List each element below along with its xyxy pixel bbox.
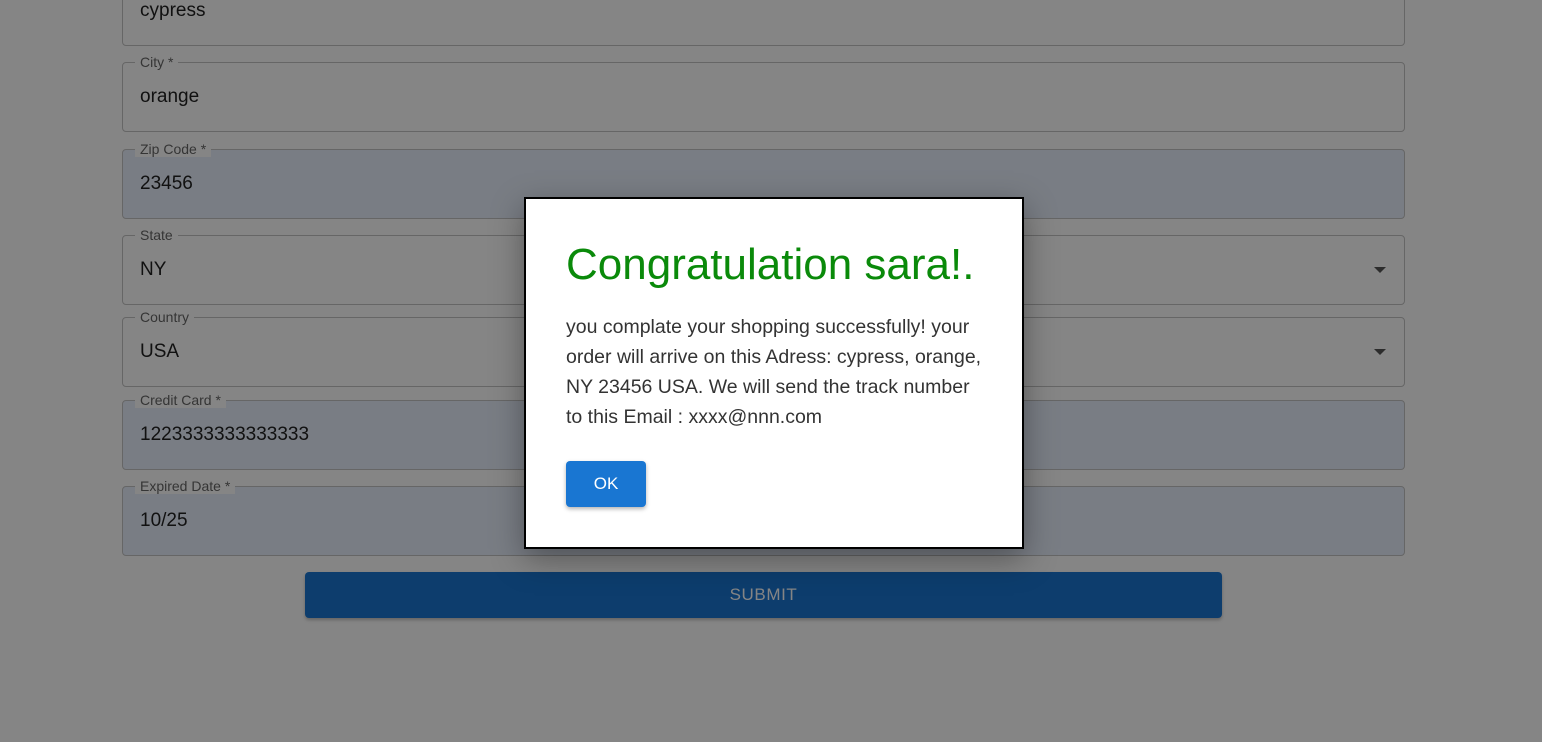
success-dialog: Congratulation sara!. you complate your … bbox=[524, 197, 1024, 549]
ok-button[interactable]: OK bbox=[566, 461, 646, 507]
dialog-message: you complate your shopping successfully!… bbox=[566, 316, 982, 428]
checkout-page: cypress City * orange Zip Code * 23456 S… bbox=[0, 0, 1542, 742]
dialog-title: Congratulation sara!. bbox=[566, 240, 975, 289]
